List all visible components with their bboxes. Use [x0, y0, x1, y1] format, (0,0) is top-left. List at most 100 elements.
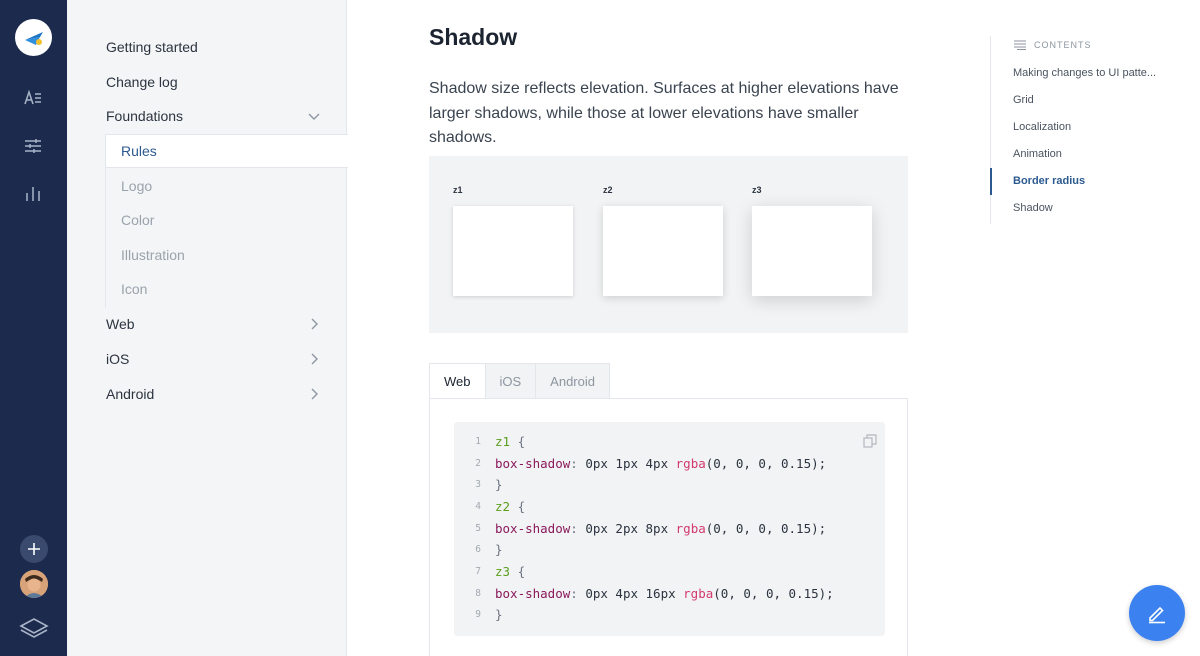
code-punctuation: : [570, 521, 578, 536]
code-line: 4 z2 { [454, 496, 525, 517]
nav-item-ios[interactable]: iOS [106, 344, 346, 374]
line-number: 4 [475, 501, 481, 512]
code-punctuation: : [570, 586, 578, 601]
side-navigation: Getting started Change log Foundations R… [67, 0, 348, 656]
nav-item-foundations[interactable]: Foundations [106, 101, 346, 131]
nav-item-android[interactable]: Android [106, 379, 346, 409]
sub-item-label: Color [121, 212, 155, 228]
code-punctuation: { [510, 564, 526, 579]
layers-icon[interactable] [19, 615, 49, 639]
code-punctuation: { [510, 499, 526, 514]
table-of-contents: CONTENTS Making changes to UI patte... G… [990, 36, 1180, 224]
settings-sliders-icon[interactable] [21, 134, 45, 158]
nav-item-getting-started[interactable]: Getting started [106, 32, 346, 62]
page-title: Shadow [429, 24, 518, 50]
edit-fab-button[interactable] [1129, 585, 1185, 641]
code-punctuation: } [495, 607, 503, 622]
toc-heading-label: CONTENTS [1034, 40, 1092, 50]
code-line: 9} [454, 604, 503, 625]
code-line: 2 box-shadow: 0px 1px 4px rgba (0, 0, 0, 0… [454, 453, 826, 474]
code-punctuation: : [570, 456, 578, 471]
chevron-right-icon [311, 388, 318, 400]
example-label: z1 [453, 185, 463, 195]
platform-tabs: Web iOS Android [429, 363, 610, 399]
app-rail [0, 0, 67, 656]
code-line: 3} [454, 474, 503, 495]
line-number: 5 [475, 523, 481, 534]
tab-web[interactable]: Web [429, 363, 486, 399]
docs-icon[interactable] [21, 86, 45, 110]
toc-active-indicator [990, 168, 992, 195]
shadow-card-z2 [603, 206, 723, 296]
line-number: 3 [475, 479, 481, 490]
tab-ios[interactable]: iOS [485, 363, 537, 399]
toc-item[interactable]: Localization [1013, 121, 1071, 133]
line-number: 8 [475, 588, 481, 599]
line-number: 6 [475, 544, 481, 555]
shadow-card-z3 [752, 206, 872, 296]
sub-item-icon[interactable]: Icon [106, 272, 348, 306]
sub-item-color[interactable]: Color [106, 203, 348, 237]
sub-item-rules[interactable]: Rules [106, 134, 348, 168]
line-number: 1 [475, 436, 481, 447]
shadow-card-z1 [453, 206, 573, 296]
code-value: 0px 4px 16px [577, 586, 684, 601]
nav-item-label: iOS [106, 351, 130, 367]
code-value: 0px 2px 8px [577, 521, 676, 536]
code-line: 5 box-shadow: 0px 2px 8px rgba (0, 0, 0, 0… [454, 518, 826, 539]
line-number: 2 [475, 458, 481, 469]
avatar[interactable] [20, 570, 48, 598]
toc-item[interactable]: Shadow [1013, 202, 1053, 214]
sub-item-label: Logo [121, 178, 153, 194]
code-selector: z2 [495, 499, 511, 514]
chevron-right-icon [311, 318, 318, 330]
tab-android[interactable]: Android [536, 363, 610, 399]
code-args: (0, 0, 0, 0.15); [705, 521, 827, 536]
logo-icon[interactable] [15, 19, 52, 56]
code-punctuation: } [495, 542, 503, 557]
code-line: 1 z1 { [454, 431, 525, 452]
code-block: 1 z1 { 2 box-shadow: 0px 1px 4px rgba (0, 0… [454, 422, 885, 636]
copy-icon[interactable] [863, 434, 877, 448]
example-label: z2 [603, 185, 613, 195]
nav-item-label: Getting started [106, 39, 198, 55]
sub-item-logo[interactable]: Logo [106, 169, 348, 203]
nav-item-label: Web [106, 316, 135, 332]
toc-item-active[interactable]: Border radius [1013, 175, 1085, 187]
code-function: rgba [675, 456, 706, 471]
code-selector: z1 [495, 434, 511, 449]
foundations-submenu: Rules Logo Color Illustration Icon [105, 134, 348, 308]
toc-item[interactable]: Animation [1013, 148, 1062, 160]
code-line: 6} [454, 539, 503, 560]
sub-item-label: Icon [121, 281, 148, 297]
code-function: rgba [683, 586, 714, 601]
nav-item-label: Change log [106, 74, 178, 90]
code-property: box-shadow [495, 586, 571, 601]
code-args: (0, 0, 0, 0.15); [713, 586, 834, 601]
add-icon[interactable] [20, 535, 48, 563]
code-selector: z3 [495, 564, 511, 579]
sub-item-illustration[interactable]: Illustration [106, 238, 348, 272]
code-punctuation: { [510, 434, 526, 449]
code-args: (0, 0, 0, 0.15); [705, 456, 827, 471]
line-number: 7 [475, 566, 481, 577]
code-line: 7 z3 { [454, 561, 525, 582]
code-function: rgba [675, 521, 706, 536]
toc-heading: CONTENTS [1014, 40, 1092, 50]
code-panel: 1 z1 { 2 box-shadow: 0px 1px 4px rgba (0, 0… [429, 398, 908, 656]
toc-item[interactable]: Making changes to UI patte... [1013, 67, 1156, 79]
list-icon [1014, 40, 1026, 50]
chevron-right-icon [311, 353, 318, 365]
toc-item[interactable]: Grid [1013, 94, 1034, 106]
example-label: z3 [752, 185, 762, 195]
nav-item-change-log[interactable]: Change log [106, 67, 346, 97]
code-punctuation: } [495, 477, 503, 492]
nav-item-web[interactable]: Web [106, 309, 346, 339]
nav-item-label: Android [106, 386, 155, 402]
chart-icon[interactable] [21, 181, 45, 205]
page-description: Shadow size reflects elevation. Surfaces… [429, 80, 899, 146]
line-number: 9 [475, 609, 481, 620]
nav-item-label: Foundations [106, 108, 184, 124]
code-property: box-shadow [495, 521, 571, 536]
shadow-examples-panel: z1 z2 z3 [429, 156, 908, 333]
